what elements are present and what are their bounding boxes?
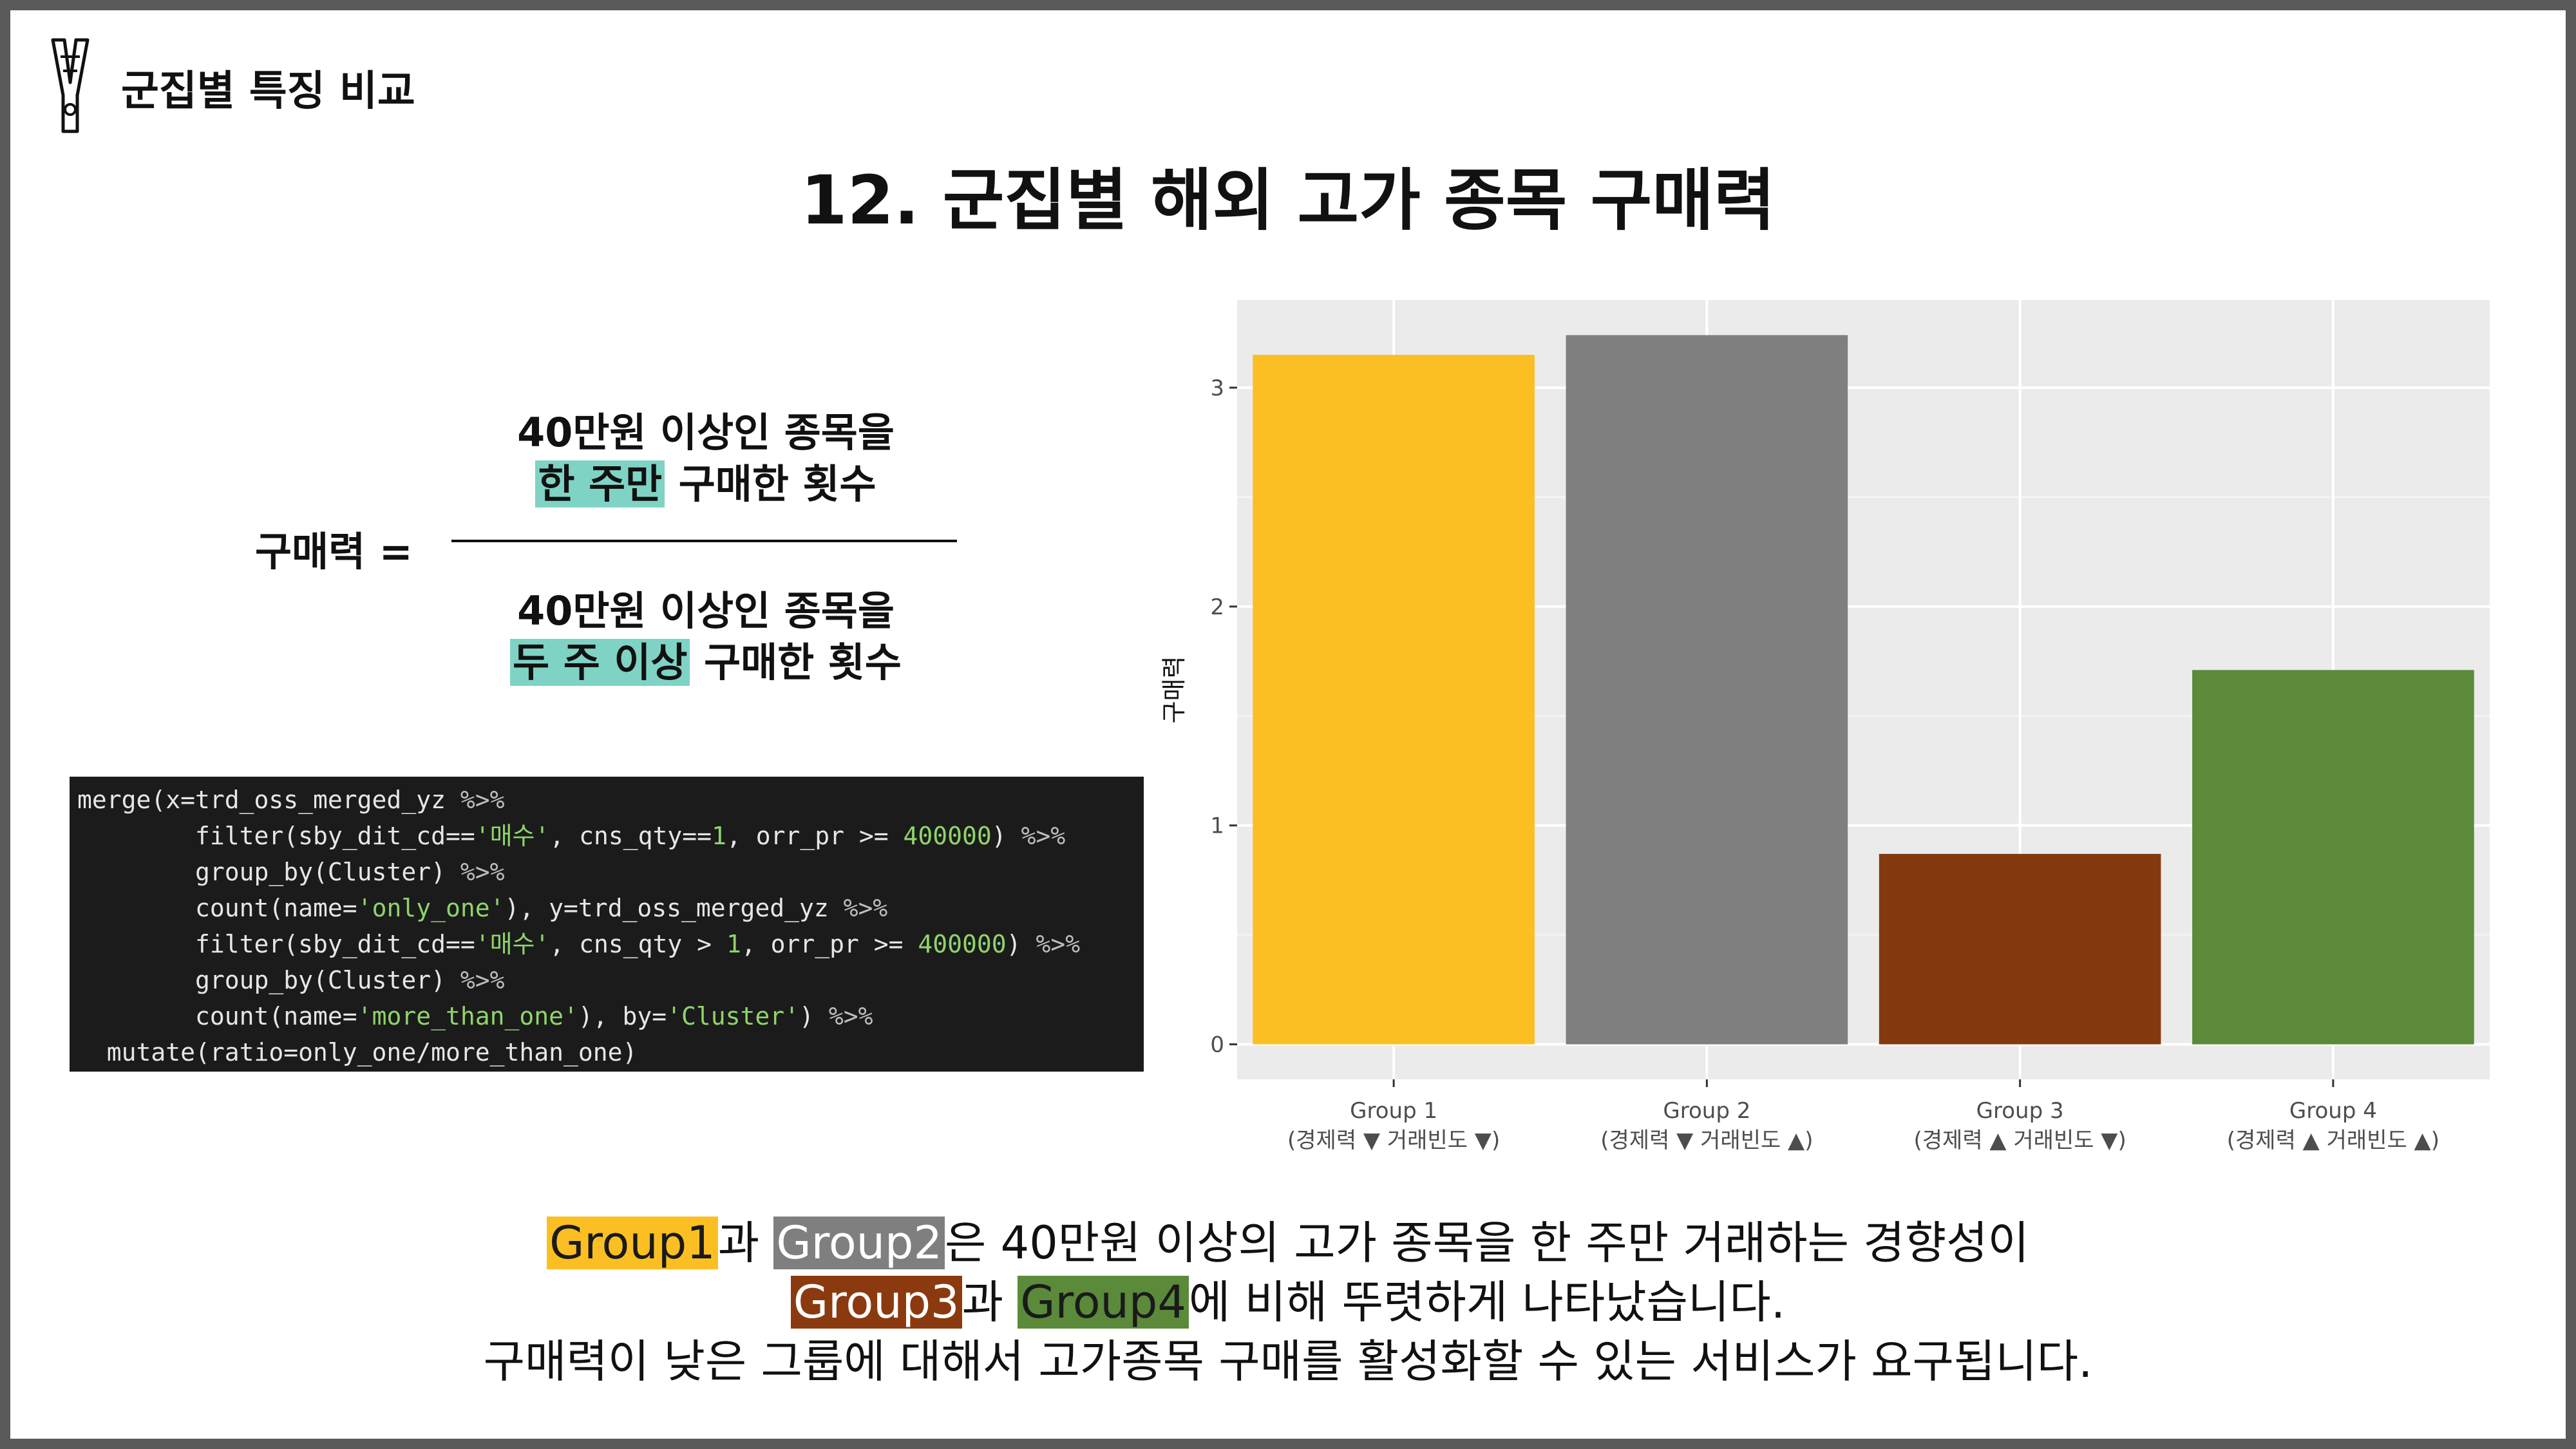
group1-tag: Group1 xyxy=(547,1217,718,1269)
group3-tag: Group3 xyxy=(790,1276,962,1329)
formula-numerator: 40만원 이상인 종목을 한 주만 구매한 횟수 xyxy=(474,407,938,510)
code-token: mutate(ratio=only_one/more_than_one) xyxy=(77,1038,638,1066)
code-token: %>% xyxy=(1036,930,1081,958)
code-token: filter(sby_dit_cd== xyxy=(77,930,475,958)
slide: 군집별 특징 비교 12. 군집별 해외 고가 종목 구매력 구매력 = 40만… xyxy=(10,10,2566,1439)
formula-denominator: 40만원 이상인 종목을 두 주 이상 구매한 횟수 xyxy=(474,585,938,688)
code-token: filter(sby_dit_cd== xyxy=(77,822,475,850)
bar-4 xyxy=(2192,670,2474,1045)
bar-2 xyxy=(1566,335,1848,1045)
code-token: , orr_pr >= xyxy=(726,822,904,850)
conclusion-line2: Group3과 Group4에 비해 뚜렷하게 나타났습니다. xyxy=(10,1273,2566,1332)
chart-svg: 0 1 2 3 Group 1 (경제력 ▼ 거래빈도 ▼) Group 2 (경제력 ▼ 거… xyxy=(1160,300,2490,1153)
code-token: count(name= xyxy=(77,1002,357,1030)
y-tick-label: 3 xyxy=(1210,375,1224,401)
fraction-bar xyxy=(451,540,957,542)
x-tick-sublabel: (경제력 ▼ 거래빈도 ▼) xyxy=(1287,1128,1500,1153)
code-token: ), by= xyxy=(578,1002,667,1030)
bar-1 xyxy=(1253,354,1535,1045)
denominator-line1: 40만원 이상인 종목을 xyxy=(517,587,895,634)
code-token: '매수' xyxy=(475,930,550,958)
code-token: '매수' xyxy=(475,822,550,850)
denominator-rest: 구매한 횟수 xyxy=(690,639,902,686)
code-token: 'more_than_one' xyxy=(357,1002,578,1030)
code-token: 400000 xyxy=(918,930,1007,958)
code-token: , orr_pr >= xyxy=(741,930,918,958)
numerator-line1: 40만원 이상인 종목을 xyxy=(517,409,895,456)
x-tick-label: Group 4 xyxy=(2289,1098,2377,1124)
x-tick-label: Group 3 xyxy=(1976,1098,2064,1124)
code-token: count(name= xyxy=(77,894,357,922)
code-token: %>% xyxy=(460,858,505,886)
code-token: ), y=trd_oss_merged_yz xyxy=(504,894,844,922)
slide-title: 12. 군집별 해외 고가 종목 구매력 xyxy=(800,161,1776,240)
code-block: merge(x=trd_oss_merged_yz %>% filter(sby… xyxy=(70,777,1144,1072)
code-token: %>% xyxy=(843,894,888,922)
conclusion-text: 에 비해 뚜렷하게 나타났습니다. xyxy=(1188,1276,1786,1329)
code-token: ) xyxy=(1006,930,1036,958)
code-token: %>% xyxy=(1021,822,1066,850)
y-tick-label: 0 xyxy=(1210,1032,1224,1058)
conclusion: Group1과 Group2은 40만원 이상의 고가 종목을 한 주만 거래하… xyxy=(10,1213,2566,1391)
code-token: group_by(Cluster) xyxy=(77,966,460,994)
code-token: 'only_one' xyxy=(357,894,505,922)
group4-tag: Group4 xyxy=(1018,1276,1189,1329)
code-token: %>% xyxy=(828,1002,873,1030)
code-token: , cns_qty > xyxy=(549,930,726,958)
code-token: %>% xyxy=(460,786,505,814)
code-line: group_by(Cluster) %>% xyxy=(77,854,1144,890)
code-token: ) xyxy=(799,1002,829,1030)
x-tick-label: Group 1 xyxy=(1350,1098,1437,1124)
numerator-rest: 구매한 횟수 xyxy=(665,460,876,507)
code-line: count(name='more_than_one'), by='Cluster… xyxy=(77,998,1144,1034)
conclusion-line1: Group1과 Group2은 40만원 이상의 고가 종목을 한 주만 거래하… xyxy=(10,1213,2566,1273)
section-label: 군집별 특징 비교 xyxy=(121,68,415,115)
y-axis-title: 구매력 xyxy=(1160,656,1188,724)
code-token: , cns_qty== xyxy=(549,822,712,850)
y-tick-label: 2 xyxy=(1210,594,1224,620)
code-line: group_by(Cluster) %>% xyxy=(77,962,1144,998)
code-line: mutate(ratio=only_one/more_than_one) xyxy=(77,1034,1144,1070)
conclusion-line3: 구매력이 낮은 그룹에 대해서 고가종목 구매를 활성화할 수 있는 서비스가 … xyxy=(483,1335,2093,1388)
code-token: 1 xyxy=(726,930,741,958)
x-tick-sublabel: (경제력 ▲ 거래빈도 ▲) xyxy=(2227,1128,2439,1153)
code-token: 'Cluster' xyxy=(667,1002,800,1030)
code-line: filter(sby_dit_cd=='매수', cns_qty > 1, or… xyxy=(77,926,1144,962)
bar-chart: 0 1 2 3 Group 1 (경제력 ▼ 거래빈도 ▼) Group 2 (경제력 ▼ 거… xyxy=(1144,287,2509,1176)
code-token: ) xyxy=(991,822,1021,850)
formula-label: 구매력 = xyxy=(255,528,413,575)
code-line: filter(sby_dit_cd=='매수', cns_qty==1, orr… xyxy=(77,818,1144,854)
code-line: count(name='only_one'), y=trd_oss_merged… xyxy=(77,890,1144,926)
code-token: group_by(Cluster) xyxy=(77,858,460,886)
bar-3 xyxy=(1879,853,2161,1045)
denominator-highlight: 두 주 이상 xyxy=(510,639,690,686)
code-token: 1 xyxy=(712,822,726,850)
x-tick-sublabel: (경제력 ▼ 거래빈도 ▲) xyxy=(1600,1128,1813,1153)
x-tick-label: Group 2 xyxy=(1663,1098,1750,1124)
code-token: 400000 xyxy=(903,822,992,850)
clothespin-icon xyxy=(51,38,90,133)
conclusion-text: 과 xyxy=(717,1217,774,1269)
code-token: %>% xyxy=(460,966,505,994)
conclusion-text: 은 40만원 이상의 고가 종목을 한 주만 거래하는 경향성이 xyxy=(945,1217,2029,1269)
group2-tag: Group2 xyxy=(773,1217,945,1269)
numerator-highlight: 한 주만 xyxy=(535,460,665,507)
code-line: merge(x=trd_oss_merged_yz %>% xyxy=(77,782,1144,818)
y-tick-label: 1 xyxy=(1210,813,1224,839)
code-token: merge(x=trd_oss_merged_yz xyxy=(77,786,460,814)
x-tick-sublabel: (경제력 ▲ 거래빈도 ▼) xyxy=(1914,1128,2126,1153)
conclusion-text: 과 xyxy=(961,1276,1018,1329)
